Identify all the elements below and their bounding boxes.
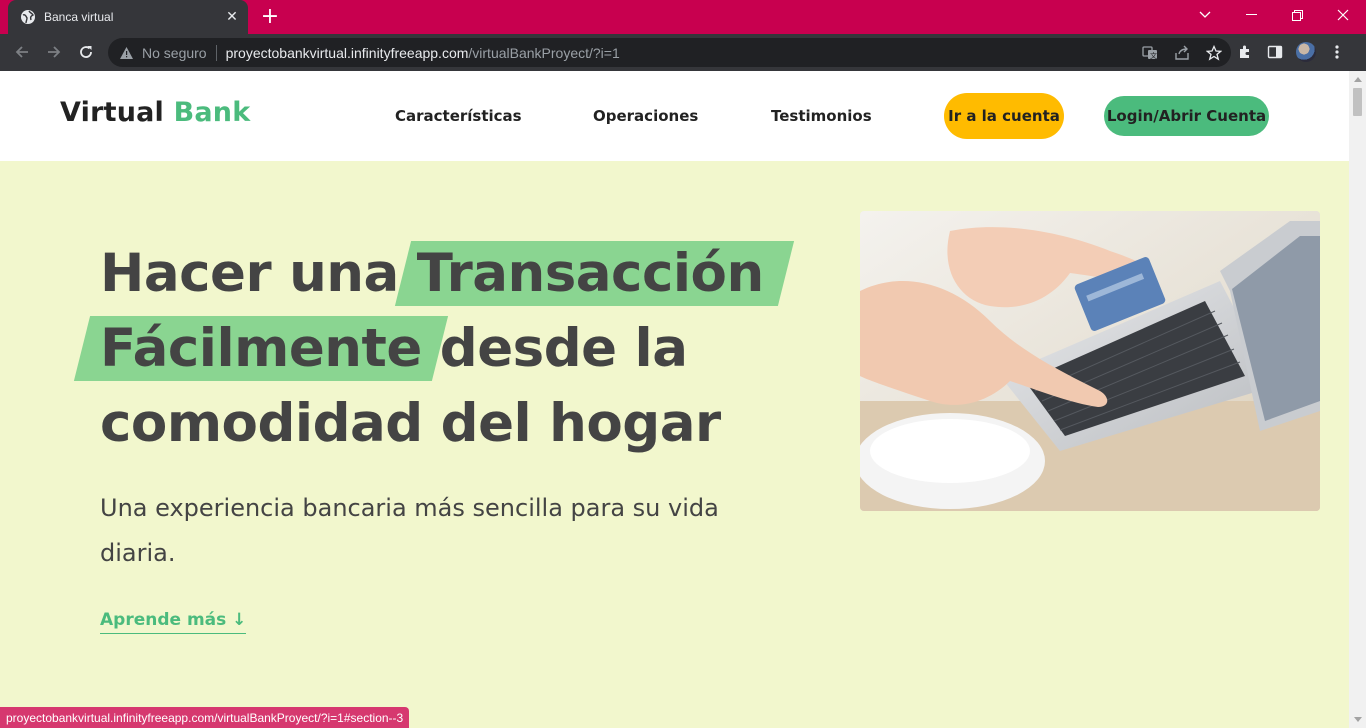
address-divider xyxy=(215,44,217,61)
logo-main: Virtual xyxy=(60,97,164,128)
minimize-button[interactable] xyxy=(1228,0,1274,30)
hero-image-laptop-payment xyxy=(860,211,1320,511)
globe-icon xyxy=(20,9,36,25)
scroll-down-arrow-icon[interactable] xyxy=(1353,715,1362,724)
logo-accent: Bank xyxy=(173,97,251,128)
share-icon[interactable] xyxy=(1173,44,1191,62)
close-tab-icon[interactable]: ✕ xyxy=(222,7,242,27)
url-path: /virtualBankProyect/?i=1 xyxy=(468,44,620,61)
close-window-button[interactable] xyxy=(1320,0,1366,30)
hero-title: Hacer una Transacción Fácilmente desde l… xyxy=(100,236,764,461)
url-text[interactable]: proyectobankvirtual.infinityfreeapp.com/… xyxy=(226,45,620,61)
hero-title-part2: desde la xyxy=(439,318,688,379)
side-panel-icon[interactable] xyxy=(1266,43,1284,61)
hero-subtitle: Una experiencia bancaria más sencilla pa… xyxy=(100,494,719,567)
url-host: proyectobankvirtual.infinityfreeapp.com xyxy=(225,44,469,61)
hero-title-line3: comodidad del hogar xyxy=(100,393,721,454)
profile-avatar[interactable] xyxy=(1296,42,1316,62)
nav-link-testimonials[interactable]: Testimonios xyxy=(771,107,872,125)
browser-toolbar: No seguro proyectobankvirtual.infinityfr… xyxy=(0,34,1366,71)
link-status-bubble: proyectobankvirtual.infinityfreeapp.com/… xyxy=(0,707,410,728)
bookmark-star-icon[interactable] xyxy=(1205,44,1223,62)
page-scrollbar[interactable] xyxy=(1349,71,1366,728)
tab-search-chevron-icon[interactable] xyxy=(1182,0,1228,30)
page-viewport: Virtual Bank Características Operaciones… xyxy=(0,71,1349,728)
tab-title: Banca virtual xyxy=(44,10,114,24)
browser-titlebar: Banca virtual ✕ + xyxy=(0,0,1366,34)
login-open-account-button[interactable]: Login/Abrir Cuenta xyxy=(1104,96,1269,136)
hero-highlight-facilmente: Fácilmente xyxy=(100,318,422,379)
learn-more-link[interactable]: Aprende más ↓ xyxy=(100,610,247,634)
address-bar[interactable]: No seguro proyectobankvirtual.infinityfr… xyxy=(108,38,1231,67)
restore-button[interactable] xyxy=(1274,0,1320,30)
go-to-account-button[interactable]: Ir a la cuenta xyxy=(944,93,1064,139)
new-tab-button[interactable]: + xyxy=(258,5,282,29)
warning-icon[interactable] xyxy=(118,45,134,61)
forward-arrow-icon[interactable] xyxy=(42,40,66,64)
back-arrow-icon[interactable] xyxy=(10,40,34,64)
security-label[interactable]: No seguro xyxy=(142,45,207,61)
nav-link-operations[interactable]: Operaciones xyxy=(593,107,698,125)
hero-highlight-transaccion: Transacción xyxy=(416,243,764,304)
scrollbar-thumb[interactable] xyxy=(1353,88,1362,116)
hero-title-part1: Hacer una xyxy=(100,243,399,304)
svg-text:文: 文 xyxy=(1150,51,1157,60)
browser-tab[interactable]: Banca virtual ✕ xyxy=(8,0,248,34)
site-header: Virtual Bank Características Operaciones… xyxy=(0,71,1349,161)
reload-icon[interactable] xyxy=(74,40,98,64)
menu-kebab-icon[interactable] xyxy=(1328,43,1346,61)
scroll-up-arrow-icon[interactable] xyxy=(1353,75,1362,84)
site-logo[interactable]: Virtual Bank xyxy=(60,97,250,128)
translate-icon[interactable]: 文 xyxy=(1141,44,1159,62)
nav-link-features[interactable]: Características xyxy=(395,107,522,125)
extensions-puzzle-icon[interactable] xyxy=(1236,43,1254,61)
